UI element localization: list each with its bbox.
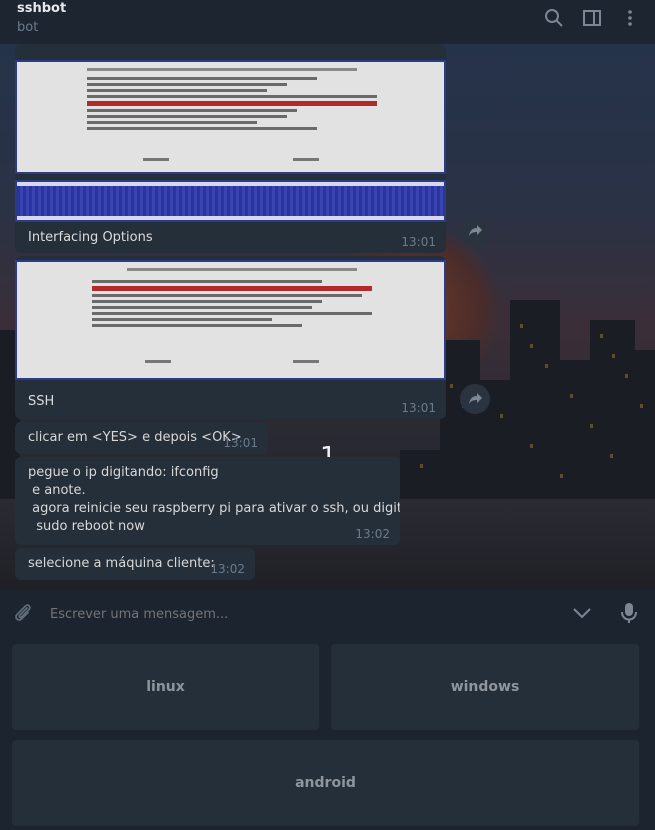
message-input[interactable]: [48, 598, 552, 630]
message-time: 13:01: [223, 436, 258, 450]
terminal-screenshot[interactable]: [15, 260, 446, 380]
image-message-ssh[interactable]: SSH 13:01: [15, 256, 446, 419]
share-icon: [469, 225, 482, 236]
message-time: 13:01: [401, 235, 436, 249]
share-icon: [469, 393, 482, 404]
more-vertical-icon[interactable]: [620, 8, 640, 28]
message-time: 13:02: [210, 562, 245, 576]
keyboard-button-linux[interactable]: linux: [12, 644, 319, 730]
bot-keyboard: linux windows android: [0, 636, 655, 830]
chat-title[interactable]: sshbot: [17, 1, 66, 16]
text-message[interactable]: clicar em <YES> e depois <OK> 13:01: [15, 422, 268, 454]
chat-area[interactable]: Interfacing Options 13:01 SSH 13:01 1 cl…: [0, 44, 655, 590]
search-icon[interactable]: [544, 8, 564, 28]
image-caption: SSH: [28, 394, 55, 409]
chat-header: sshbot bot: [0, 0, 655, 44]
text-message[interactable]: pegue o ip digitando: ifconfig e anote. …: [15, 457, 400, 545]
forward-button[interactable]: [460, 384, 490, 414]
keyboard-button-android[interactable]: android: [12, 740, 639, 826]
message-time: 13:02: [355, 527, 390, 541]
forward-button[interactable]: [460, 216, 490, 246]
message-composer: [0, 590, 655, 636]
image-caption: Interfacing Options: [28, 230, 153, 245]
text-message[interactable]: selecione a máquina cliente: 13:02: [15, 548, 255, 580]
chat-subtitle: bot: [17, 20, 39, 35]
terminal-screenshot-strip: [15, 180, 446, 222]
attach-icon[interactable]: [12, 602, 34, 624]
message-text: pegue o ip digitando: ifconfig e anote. …: [28, 465, 400, 534]
terminal-screenshot[interactable]: [15, 60, 446, 174]
image-message-interfacing[interactable]: Interfacing Options 13:01: [15, 44, 446, 253]
message-time: 13:01: [401, 401, 436, 415]
message-text: selecione a máquina cliente:: [28, 556, 215, 571]
sidebar-panel-icon[interactable]: [582, 8, 602, 28]
keyboard-button-windows[interactable]: windows: [331, 644, 639, 730]
bot-keyboard-toggle-icon[interactable]: [571, 604, 593, 622]
message-text: clicar em <YES> e depois <OK>: [28, 430, 242, 445]
microphone-icon[interactable]: [618, 601, 640, 625]
